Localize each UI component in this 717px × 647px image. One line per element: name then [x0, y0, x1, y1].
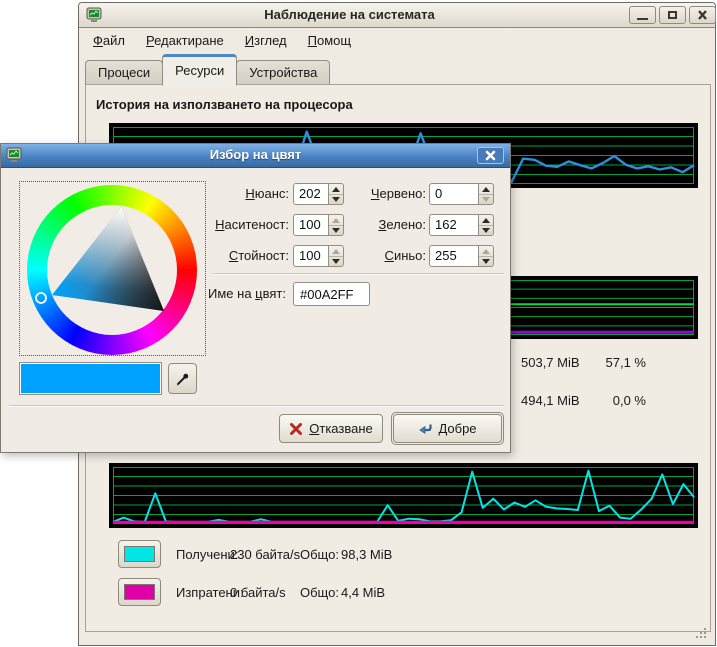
blue-input[interactable]: 255	[429, 245, 479, 267]
green-spin-down[interactable]	[479, 225, 493, 235]
network-history-chart	[109, 463, 698, 528]
received-color-button[interactable]	[118, 540, 161, 568]
minimize-button[interactable]	[629, 6, 656, 24]
received-total: 98,3 MiB	[341, 547, 392, 562]
cancel-x-icon	[289, 422, 303, 436]
fields-separator	[213, 273, 504, 275]
close-button[interactable]	[689, 6, 716, 24]
sv-triangle[interactable]	[20, 182, 205, 355]
hue-wheel-box	[19, 181, 206, 356]
green-input[interactable]: 162	[429, 214, 479, 236]
sent-rate: 0 байта/s	[230, 585, 286, 600]
dialog-titlebar[interactable]: Избор на цвят	[1, 144, 510, 168]
window-title: Наблюдение на системата	[79, 7, 620, 22]
maximize-button[interactable]	[659, 6, 686, 24]
tab-processes[interactable]: Процеси	[85, 60, 163, 86]
blue-spinner	[479, 245, 494, 267]
menu-edit[interactable]: Редактиране	[146, 33, 224, 48]
value-input[interactable]: 100	[293, 245, 329, 267]
eyedropper-icon	[175, 371, 191, 387]
color-name-label: Име на цвят:	[141, 283, 286, 305]
tab-devices[interactable]: Устройства	[236, 60, 330, 86]
tab-bar: Процеси Ресурси Устройства	[85, 53, 329, 86]
color-preview-frame	[19, 362, 162, 395]
blue-spin-down[interactable]	[479, 256, 493, 266]
action-separator	[9, 405, 504, 407]
memory-used-percent: 57,1 %	[559, 355, 646, 370]
red-spin-down[interactable]	[479, 194, 493, 204]
dialog-close-button[interactable]	[477, 147, 504, 164]
menu-view[interactable]: Изглед	[245, 33, 287, 48]
hue-label: Нюанс:	[141, 183, 289, 205]
value-label: Стойност:	[141, 245, 289, 267]
received-color-swatch	[124, 546, 155, 562]
swap-used-percent: 0,0 %	[559, 393, 646, 408]
red-label: Червено:	[331, 183, 426, 205]
color-name-input[interactable]	[293, 282, 370, 306]
ok-button-label: Добре	[438, 421, 476, 436]
red-spinner	[479, 183, 494, 205]
blue-label: Синьо:	[331, 245, 426, 267]
menu-help[interactable]: Помощ	[308, 33, 351, 48]
tab-resources[interactable]: Ресурси	[162, 54, 237, 86]
cancel-button-label: Отказване	[309, 421, 373, 436]
color-preview-swatch	[21, 364, 160, 393]
saturation-label: Наситеност:	[141, 214, 289, 236]
cpu-section-heading: История на използването на процесора	[96, 97, 353, 112]
red-input[interactable]: 0	[429, 183, 479, 205]
received-rate: 230 байта/s	[230, 547, 300, 562]
menu-file[interactable]: Файл	[93, 33, 125, 48]
dialog-body: Нюанс: 202 Наситеност: 100 Стойност: 100…	[1, 167, 512, 454]
sent-total: 4,4 MiB	[341, 585, 385, 600]
sent-total-label: Общо:	[300, 585, 339, 600]
ok-button-focus-ring: Добре	[391, 412, 504, 445]
hue-marker	[36, 293, 46, 303]
eyedropper-button[interactable]	[168, 363, 197, 394]
received-total-label: Общо:	[300, 547, 339, 562]
hue-input[interactable]: 202	[293, 183, 329, 205]
saturation-input[interactable]: 100	[293, 214, 329, 236]
menubar: Файл Редактиране Изглед Помощ	[79, 27, 715, 53]
sent-color-button[interactable]	[118, 578, 161, 606]
ok-button[interactable]: Добре	[393, 414, 502, 443]
green-label: Зелено:	[331, 214, 426, 236]
sent-color-swatch	[124, 584, 155, 600]
green-spinner	[479, 214, 494, 236]
dialog-title: Избор на цвят	[1, 147, 510, 162]
color-picker-dialog: Избор на цвят	[0, 143, 511, 453]
resize-grip[interactable]	[693, 625, 709, 641]
cancel-button[interactable]: Отказване	[279, 414, 383, 443]
main-titlebar[interactable]: Наблюдение на системата	[79, 3, 715, 28]
ok-enter-icon	[418, 422, 432, 436]
